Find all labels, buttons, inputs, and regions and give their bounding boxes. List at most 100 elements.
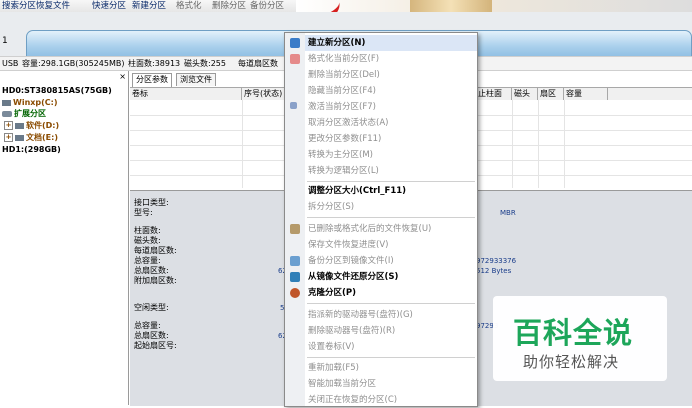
toolbar-new-partition[interactable]: 新建分区	[132, 0, 166, 12]
tree-item-winxp[interactable]: Winxp(C:)	[2, 97, 58, 108]
disk-number: 1	[2, 36, 8, 46]
menu-item-save-recovery[interactable]: 保存文件恢复进度(V)	[305, 237, 477, 253]
menu-item-close-recovering[interactable]: 关闭正在恢复的分区(C)	[305, 392, 477, 408]
tree-item-label: HD0:ST380815AS(75GB)	[2, 86, 112, 95]
format-icon	[290, 54, 300, 64]
col-header-index-status[interactable]: 序号(状态)	[242, 88, 286, 100]
col-header-label[interactable]: 卷标	[130, 88, 242, 100]
disk-capacity: 容量:298.1GB(305245MB)	[22, 59, 125, 68]
context-menu: 建立新分区(N) 格式化当前分区(F) 删除当前分区(Del) 隐藏当前分区(F…	[284, 32, 478, 407]
partition-icon	[15, 122, 24, 129]
menu-item-backup-image[interactable]: 备份分区到镜像文件(I)	[305, 253, 477, 269]
table-col-line	[564, 100, 565, 188]
menu-item-change-params[interactable]: 更改分区参数(F11)	[305, 131, 477, 147]
detail-value-partition-style: MBR	[500, 209, 516, 217]
toolbar-quick-partition[interactable]: 快速分区	[92, 0, 126, 12]
tab-partition-params[interactable]: 分区参数	[132, 73, 172, 87]
toolbar-recover-files[interactable]: 恢复文件	[36, 0, 70, 12]
tree-item-documents[interactable]: + 文档(E:)	[4, 132, 58, 143]
banner-graphic	[410, 0, 492, 12]
tree-item-hd1[interactable]: HD1:(298GB)	[2, 144, 61, 155]
tree-item-label: 扩展分区	[14, 109, 46, 118]
expand-icon[interactable]: +	[4, 133, 13, 142]
menu-item-activate[interactable]: 激活当前分区(F7)	[305, 99, 477, 115]
detail-label-total-sectors: 总扇区数:	[134, 266, 169, 275]
menu-item-hide[interactable]: 隐藏当前分区(F4)	[305, 83, 477, 99]
col-header-sector[interactable]: 扇区	[538, 88, 564, 100]
detail-label-free-type: 空闲类型:	[134, 303, 169, 312]
detail-label-free-capacity: 总容量:	[134, 321, 161, 330]
tree-item-label: 软件(D:)	[26, 121, 60, 130]
disk-heads: 磁头数:255	[184, 59, 226, 68]
new-partition-icon	[290, 38, 300, 48]
table-col-line	[512, 100, 513, 188]
toolbar-delete-partition[interactable]: 删除分区	[212, 0, 246, 12]
menu-item-remove-letter[interactable]: 删除驱动器号(盘符)(R)	[305, 323, 477, 339]
backup-icon	[290, 256, 300, 266]
detail-label-total-capacity: 总容量:	[134, 256, 161, 265]
watermark-title: 百科全说	[513, 316, 634, 350]
disk-interface: USB	[2, 59, 19, 68]
detail-label-start-sector: 起始扇区号:	[134, 341, 177, 350]
detail-label-free-sectors: 总扇区数:	[134, 331, 169, 340]
menu-item-smart-load[interactable]: 智能加载当前分区	[305, 376, 477, 392]
disk-sectors-per-track: 每道扇区数	[238, 59, 278, 68]
menu-item-clone[interactable]: 克隆分区(P)	[305, 285, 477, 301]
tree-item-software[interactable]: + 软件(D:)	[4, 120, 59, 131]
close-icon[interactable]: ×	[119, 72, 126, 81]
expand-icon[interactable]: +	[4, 121, 13, 130]
detail-label-extra-sectors: 附加扇区数:	[134, 276, 177, 285]
toolbar-format[interactable]: 格式化	[176, 0, 202, 12]
menu-item-file-recovery[interactable]: 已删除或格式化后的文件恢复(U)	[305, 221, 477, 237]
table-col-line	[242, 100, 243, 188]
menu-item-to-logical[interactable]: 转换为逻辑分区(L)	[305, 163, 477, 179]
restore-icon	[290, 272, 300, 282]
ad-banner	[296, 0, 692, 12]
tree-item-label: 文档(E:)	[26, 133, 58, 142]
col-header-end-cylinder[interactable]: 止柱面	[476, 88, 512, 100]
col-header-head[interactable]: 磁头	[512, 88, 538, 100]
recover-icon	[290, 224, 300, 234]
menu-item-restore-image[interactable]: 从镜像文件还原分区(S)	[305, 269, 477, 285]
activate-icon	[290, 102, 297, 109]
menu-item-format[interactable]: 格式化当前分区(F)	[305, 51, 477, 67]
menu-separator	[307, 217, 475, 218]
toolbar-search-partition[interactable]: 搜索分区	[2, 0, 36, 12]
menu-separator	[307, 357, 475, 358]
toolbar-backup-partition[interactable]: 备份分区	[250, 0, 284, 12]
menu-item-to-primary[interactable]: 转换为主分区(M)	[305, 147, 477, 163]
menu-item-reload[interactable]: 重新加载(F5)	[305, 360, 477, 376]
partition-icon	[15, 134, 24, 141]
menu-item-assign-letter[interactable]: 指派新的驱动器号(盘符)(G)	[305, 307, 477, 323]
disk-tree-panel: × HD0:ST380815AS(75GB) Winxp(C:) 扩展分区 + 软…	[0, 71, 129, 405]
detail-label-heads: 磁头数:	[134, 236, 161, 245]
detail-label-cylinders: 柱面数:	[134, 226, 161, 235]
extended-partition-icon	[2, 110, 12, 117]
menu-item-deactivate[interactable]: 取消分区激活状态(A)	[305, 115, 477, 131]
menu-icon-gutter	[285, 33, 305, 406]
menu-item-resize[interactable]: 调整分区大小(Ctrl_F11)	[305, 183, 477, 199]
swoosh-graphic	[296, 0, 344, 12]
disk-cylinders: 柱面数:38913	[128, 59, 181, 68]
tab-browse-files[interactable]: 浏览文件	[176, 73, 216, 86]
detail-label-interface: 接口类型:	[134, 198, 169, 207]
table-col-line	[538, 100, 539, 188]
menu-item-new-partition[interactable]: 建立新分区(N)	[305, 35, 477, 51]
detail-label-sectors-per-track: 每道扇区数:	[134, 246, 177, 255]
menu-separator	[307, 181, 475, 182]
tree-item-label: HD1:(298GB)	[2, 145, 61, 154]
tree-item-extended[interactable]: 扩展分区	[2, 108, 46, 119]
watermark-logo: 百科全说 助你轻松解决	[493, 296, 667, 381]
detail-value-sector-size: 512 Bytes	[476, 267, 512, 275]
partition-icon	[2, 99, 11, 106]
menu-item-delete[interactable]: 删除当前分区(Del)	[305, 67, 477, 83]
menu-item-set-volume-label[interactable]: 设置卷标(V)	[305, 339, 477, 355]
detail-label-model: 型号:	[134, 208, 153, 217]
tree-item-label: Winxp(C:)	[13, 98, 58, 107]
menu-item-split[interactable]: 拆分分区(S)	[305, 199, 477, 215]
col-header-capacity[interactable]: 容量	[564, 88, 608, 100]
detail-value-bytes: 972933376	[476, 257, 517, 265]
tree-item-hd0[interactable]: HD0:ST380815AS(75GB)	[2, 85, 112, 96]
menu-separator	[307, 303, 475, 304]
clone-icon	[290, 288, 300, 298]
